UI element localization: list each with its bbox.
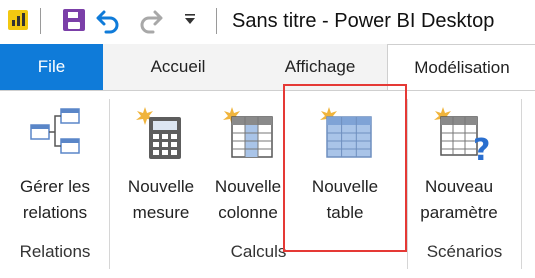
- new-table-label-1: Nouvelle: [311, 177, 379, 196]
- new-column-label-1: Nouvelle: [214, 177, 282, 196]
- new-parameter-label-2: paramètre: [420, 203, 498, 222]
- new-table-icon: [320, 107, 372, 158]
- group-label-scenarios: Scénarios: [426, 242, 503, 261]
- new-table-button[interactable]: Nouvelle table: [293, 91, 397, 239]
- tab-file[interactable]: File: [0, 44, 103, 90]
- new-measure-label-1: Nouvelle: [127, 177, 195, 196]
- calculator-icon: [136, 107, 181, 159]
- power-bi-logo-icon: [8, 10, 28, 30]
- new-parameter-label-1: Nouveau: [424, 177, 494, 196]
- title-separator: [216, 8, 217, 34]
- new-measure-button[interactable]: Nouvelle mesure: [118, 91, 204, 239]
- manage-relationships-label-2: relations: [22, 203, 88, 222]
- new-column-button[interactable]: Nouvelle colonne: [206, 91, 290, 239]
- new-measure-label-2: mesure: [132, 203, 190, 222]
- svg-text:?: ?: [473, 133, 489, 163]
- title-bar: Sans titre - Power BI Desktop: [0, 0, 535, 44]
- new-column-icon: [223, 107, 273, 158]
- manage-relationships-label-1: Gérer les: [20, 177, 90, 196]
- title-separator: [40, 8, 41, 34]
- ribbon-panel: Gérer les relations Nouvelle mesure Nouv…: [0, 90, 535, 278]
- ribbon-tabs: File Accueil Affichage Modélisation: [0, 44, 535, 90]
- undo-icon[interactable]: [95, 6, 121, 34]
- window-title: Sans titre - Power BI Desktop: [232, 10, 495, 32]
- new-column-label-2: colonne: [218, 203, 278, 222]
- tab-modelisation[interactable]: Modélisation: [387, 44, 535, 90]
- relationships-icon: [30, 108, 80, 154]
- group-separator: [521, 99, 522, 269]
- tab-accueil[interactable]: Accueil: [128, 44, 228, 90]
- group-label-calculs: Calculs: [230, 242, 287, 261]
- manage-relationships-button[interactable]: Gérer les relations: [0, 91, 110, 239]
- tab-affichage[interactable]: Affichage: [255, 44, 385, 90]
- new-parameter-icon: ?: [434, 107, 489, 163]
- new-parameter-button[interactable]: ? Nouveau paramètre: [410, 91, 508, 239]
- new-table-label-2: table: [326, 203, 364, 222]
- group-label-relations: Relations: [19, 242, 91, 261]
- save-icon[interactable]: [63, 9, 85, 31]
- redo-icon[interactable]: [138, 6, 164, 34]
- customize-quick-access-icon[interactable]: [184, 12, 196, 26]
